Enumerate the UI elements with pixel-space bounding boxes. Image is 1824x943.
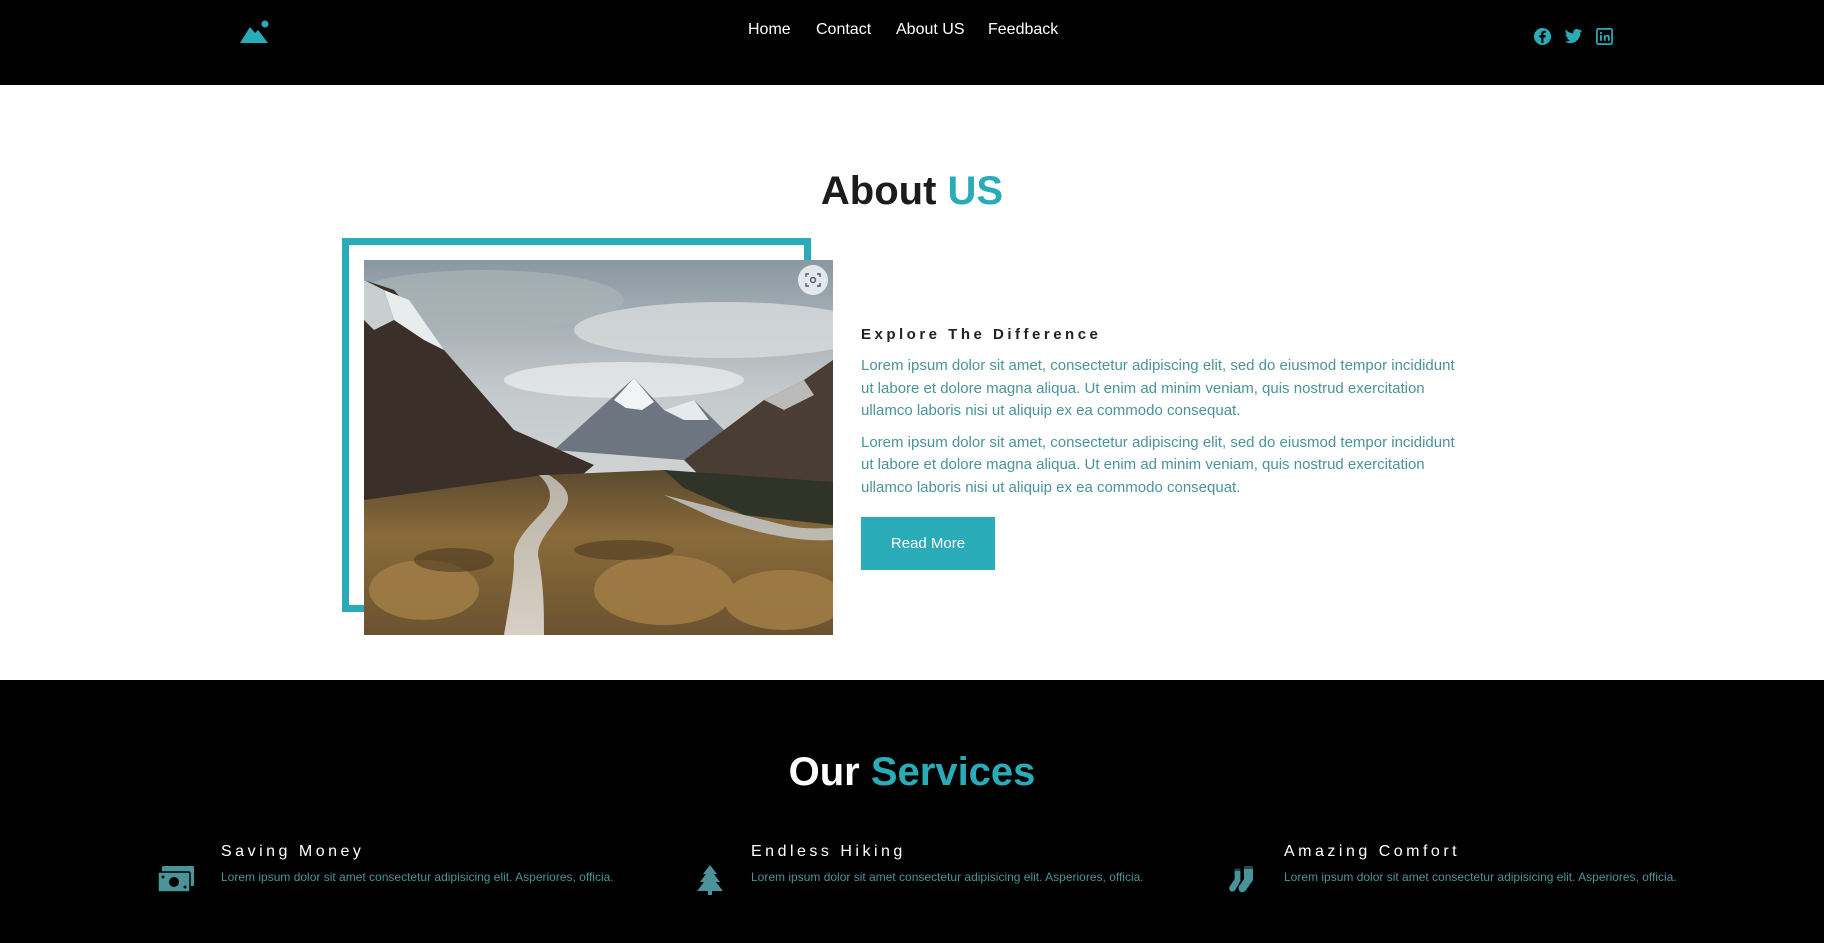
- services-heading-main: Our: [788, 750, 860, 794]
- visual-search-button[interactable]: [798, 265, 828, 295]
- facebook-icon[interactable]: [1533, 27, 1552, 46]
- mountain-boardwalk-photo: [364, 260, 833, 635]
- services-section: Our Services Saving Money Lorem ipsum do…: [0, 680, 1824, 943]
- site-header: Home Contact About US Feedback: [0, 0, 1824, 85]
- about-heading-accent: US: [947, 169, 1004, 213]
- money-icon: [156, 864, 196, 896]
- about-paragraph-1: Lorem ipsum dolor sit amet, consectetur …: [861, 357, 1455, 419]
- read-more-button[interactable]: Read More: [861, 517, 995, 570]
- tree-icon: [694, 864, 734, 896]
- nav-home[interactable]: Home: [748, 20, 791, 40]
- service-title: Saving Money: [221, 843, 365, 860]
- about-subtitle: Explore The Difference: [861, 326, 1102, 343]
- social-links: [1533, 27, 1614, 46]
- about-heading-main: About: [820, 169, 937, 213]
- nav-contact[interactable]: Contact: [816, 20, 871, 40]
- mountain-logo-icon[interactable]: [238, 19, 272, 45]
- nav-about-us[interactable]: About US: [896, 20, 964, 40]
- service-title: Amazing Comfort: [1284, 843, 1461, 860]
- about-section: About US Explore The Difference Lorem ip…: [0, 85, 1824, 680]
- about-paragraph-2: Lorem ipsum dolor sit amet, consectetur …: [861, 433, 1455, 496]
- service-description: Lorem ipsum dolor sit amet consectetur a…: [1284, 870, 1677, 884]
- nav-feedback[interactable]: Feedback: [988, 20, 1058, 40]
- socks-icon: [1226, 864, 1266, 896]
- linkedin-icon[interactable]: [1595, 27, 1614, 46]
- about-heading: About US: [0, 167, 1824, 215]
- service-description: Lorem ipsum dolor sit amet consectetur a…: [221, 870, 614, 884]
- service-description: Lorem ipsum dolor sit amet consectetur a…: [751, 870, 1144, 884]
- services-heading: Our Services: [0, 748, 1824, 796]
- service-title: Endless Hiking: [751, 843, 906, 860]
- twitter-icon[interactable]: [1564, 27, 1583, 46]
- services-heading-accent: Services: [870, 750, 1036, 794]
- lens-scan-icon: [805, 273, 821, 287]
- about-text-block: Explore The Difference Lorem ipsum dolor…: [861, 325, 1461, 508]
